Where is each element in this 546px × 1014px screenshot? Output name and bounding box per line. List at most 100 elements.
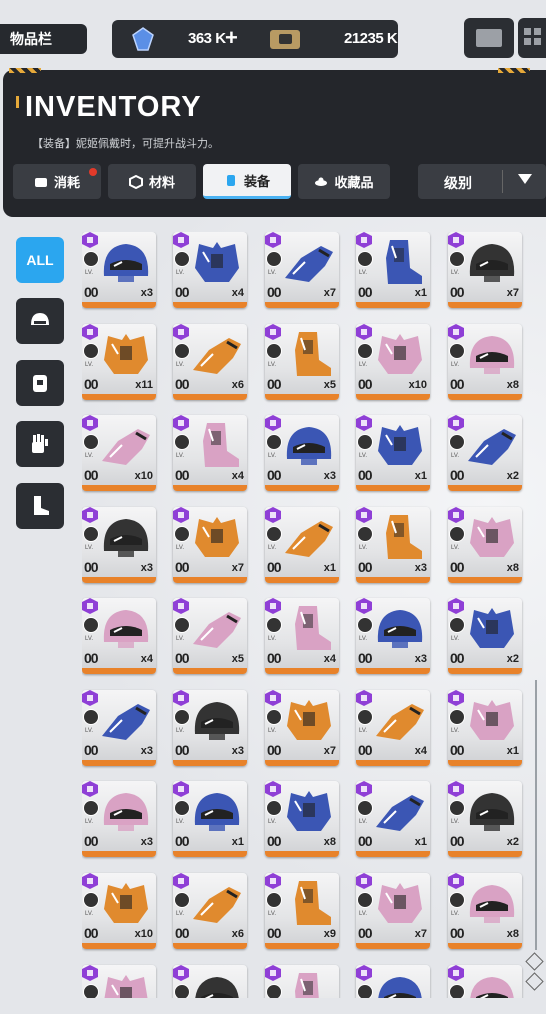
rarity-badge-icon <box>356 324 372 340</box>
filter-all[interactable]: ALL <box>16 237 64 283</box>
filter-gloves[interactable] <box>16 421 64 467</box>
rarity-badge-icon <box>448 690 464 706</box>
item-card[interactable]: LV. 00 x7 <box>448 232 522 308</box>
item-card[interactable]: LV. 00 x7 <box>265 232 339 308</box>
item-level: 00 <box>84 284 99 300</box>
level-label: LV. <box>85 819 94 825</box>
filter-armor[interactable] <box>16 360 64 406</box>
item-quantity: x2 <box>506 470 519 482</box>
item-card[interactable]: LV.00 <box>448 965 522 998</box>
rarity-badge-icon <box>265 324 281 340</box>
rarity-badge-icon <box>356 232 372 248</box>
level-label: LV. <box>268 728 277 734</box>
item-card[interactable]: LV. 00 x5 <box>265 324 339 400</box>
inventory-panel: INVENTORY 【装备】妮姬佩戴时，可提升战斗力。 消耗 材料 装备 收藏品… <box>3 68 546 217</box>
filter-boots[interactable] <box>16 483 64 529</box>
item-card[interactable]: LV.00 <box>173 965 247 998</box>
item-quantity: x4 <box>231 287 244 299</box>
item-card[interactable]: LV. 00 x4 <box>265 598 339 674</box>
item-level: 00 <box>358 376 373 392</box>
item-quantity: x5 <box>231 653 244 665</box>
slot-icon <box>266 343 282 359</box>
tab-collectibles[interactable]: 收藏品 <box>298 164 390 199</box>
slot-icon <box>266 892 282 908</box>
item-card[interactable]: LV. 00 x3 <box>82 507 156 583</box>
item-card[interactable]: LV. 00 x10 <box>82 415 156 491</box>
item-level: 00 <box>358 742 373 758</box>
item-card[interactable]: LV. 00 x10 <box>356 324 430 400</box>
item-card[interactable]: LV. 00 x1 <box>356 781 430 857</box>
item-quantity: x7 <box>414 928 427 940</box>
slot-icon <box>174 251 190 267</box>
item-card[interactable]: LV. 00 x4 <box>173 232 247 308</box>
tab-materials[interactable]: 材料 <box>108 164 196 199</box>
helmet-part-icon <box>103 244 149 282</box>
item-card[interactable]: LV.00 <box>82 965 156 998</box>
mail-button[interactable] <box>464 18 514 58</box>
slot-icon <box>174 526 190 542</box>
item-card[interactable]: LV. 00 x1 <box>173 781 247 857</box>
item-card[interactable]: LV. 00 x8 <box>265 781 339 857</box>
item-card[interactable]: LV. 00 x3 <box>356 598 430 674</box>
item-card[interactable]: LV. 00 x1 <box>356 415 430 491</box>
item-card[interactable]: LV. 00 x3 <box>82 690 156 766</box>
slot-icon <box>174 343 190 359</box>
level-label: LV. <box>451 728 460 734</box>
item-card[interactable]: LV. 00 x8 <box>448 507 522 583</box>
item-card[interactable]: LV. 00 x1 <box>448 690 522 766</box>
tab-equipment[interactable]: 装备 <box>203 164 291 199</box>
slot-icon <box>357 984 373 998</box>
item-card[interactable]: LV. 00 x7 <box>265 690 339 766</box>
scrollbar[interactable] <box>535 680 537 950</box>
menu-button[interactable] <box>518 18 546 58</box>
rarity-badge-icon <box>448 232 464 248</box>
level-label: LV. <box>451 911 460 917</box>
item-card[interactable]: LV. 00 x2 <box>448 598 522 674</box>
item-card[interactable]: LV. 00 x5 <box>173 598 247 674</box>
item-card[interactable]: LV. 00 x11 <box>82 324 156 400</box>
item-card[interactable]: LV. 00 x4 <box>82 598 156 674</box>
title-marker <box>16 96 19 108</box>
item-card[interactable]: LV. 00 x1 <box>265 507 339 583</box>
item-level: 00 <box>175 925 190 941</box>
item-card[interactable]: LV. 00 x2 <box>448 415 522 491</box>
item-card[interactable]: LV. 00 x7 <box>173 507 247 583</box>
gem-amount: 363 K <box>188 30 226 47</box>
slot-icon <box>449 526 465 542</box>
gloves-part-icon <box>102 704 150 740</box>
item-card[interactable]: LV. 00 x7 <box>356 873 430 949</box>
item-card[interactable]: LV. 00 x2 <box>448 781 522 857</box>
item-card[interactable]: LV. 00 x3 <box>82 781 156 857</box>
level-label: LV. <box>85 911 94 917</box>
tab-consumables[interactable]: 消耗 <box>13 164 101 199</box>
item-card[interactable]: LV. 00 x1 <box>356 232 430 308</box>
item-card[interactable]: LV.00 <box>265 965 339 998</box>
item-card[interactable]: LV. 00 x4 <box>356 690 430 766</box>
item-card[interactable]: LV.00 <box>356 965 430 998</box>
item-card[interactable]: LV. 00 x3 <box>82 232 156 308</box>
helmet-part-icon <box>469 244 515 282</box>
sort-dropdown[interactable]: 级别 <box>418 164 546 199</box>
item-card[interactable]: LV. 00 x10 <box>82 873 156 949</box>
rarity-badge-icon <box>173 415 189 431</box>
item-card[interactable]: LV. 00 x8 <box>448 324 522 400</box>
item-card[interactable]: LV. 00 x3 <box>356 507 430 583</box>
item-card[interactable]: LV. 00 x9 <box>265 873 339 949</box>
item-quantity: x6 <box>231 379 244 391</box>
slot-icon <box>357 709 373 725</box>
item-card[interactable]: LV. 00 x3 <box>173 690 247 766</box>
item-card[interactable]: LV. 00 x4 <box>173 415 247 491</box>
item-card[interactable]: LV. 00 x6 <box>173 873 247 949</box>
item-card[interactable]: LV. 00 x8 <box>448 873 522 949</box>
item-card[interactable]: LV. 00 x3 <box>265 415 339 491</box>
add-gems-button[interactable]: + <box>225 25 238 51</box>
level-label: LV. <box>359 362 368 368</box>
rarity-badge-icon <box>82 232 98 248</box>
item-card[interactable]: LV. 00 x6 <box>173 324 247 400</box>
level-label: LV. <box>268 362 277 368</box>
inventory-title: INVENTORY <box>25 91 202 123</box>
slot-icon <box>174 709 190 725</box>
slot-icon <box>266 984 282 998</box>
filter-helmet[interactable] <box>16 298 64 344</box>
rarity-badge-icon <box>448 324 464 340</box>
